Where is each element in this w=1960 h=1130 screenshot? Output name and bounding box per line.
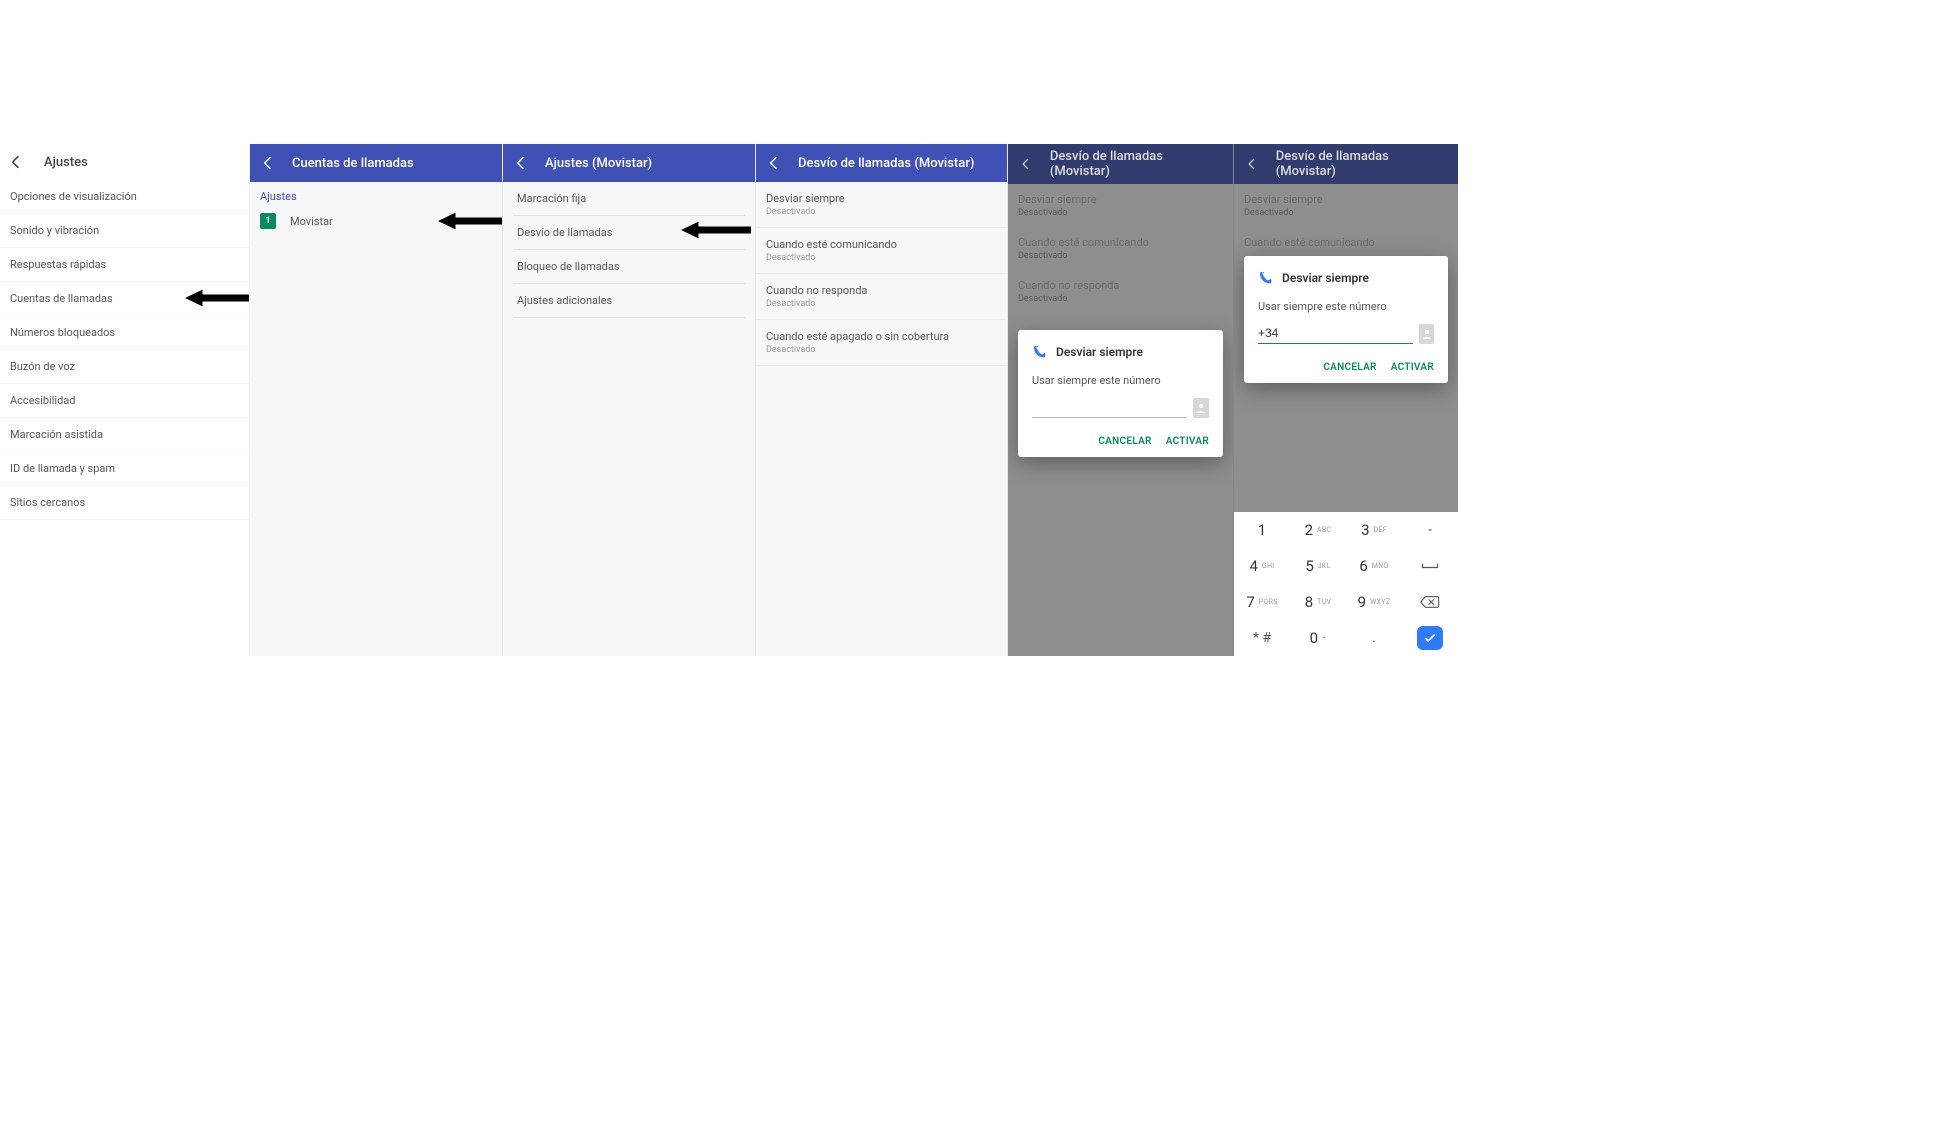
forward-option[interactable]: Cuando esté apagado o sin coberturaDesac… xyxy=(756,320,1007,366)
dialog-title: Desviar siempre xyxy=(1282,271,1369,285)
sim-row-movistar[interactable]: 1 Movistar xyxy=(250,205,502,237)
pick-contact-button[interactable] xyxy=(1193,398,1209,418)
numeric-keypad: 12ABC3DEF- 4GHI5JKL6MNO 7PQRS8TUV9WXYZ * #0… xyxy=(1234,512,1458,656)
arrow-annotation xyxy=(438,209,503,233)
settings-item[interactable]: Sonido y vibración xyxy=(0,214,249,248)
page-title: Desvío de llamadas (Movistar) xyxy=(798,156,974,171)
page-title: Desvío de llamadas (Movistar) xyxy=(1050,149,1225,179)
header: Desvío de llamadas (Movistar) xyxy=(756,144,1007,182)
phone-icon xyxy=(1032,344,1048,360)
keypad-key[interactable]: 9WXYZ xyxy=(1346,584,1402,620)
panel-ajustes: Ajustes Opciones de visualizaciónSonido … xyxy=(0,144,250,656)
forward-option-dimmed: Cuando esté comunicandoDesactivado xyxy=(1008,227,1233,270)
settings-item[interactable]: Desvío de llamadas xyxy=(513,216,745,250)
forward-option-dimmed: Desviar siempreDesactivado xyxy=(1234,184,1458,227)
dialog-title: Desviar siempre xyxy=(1056,345,1143,359)
settings-item[interactable]: ID de llamada y spam xyxy=(0,452,249,486)
settings-item[interactable]: Accesibilidad xyxy=(0,384,249,418)
settings-item[interactable]: Bloqueo de llamadas xyxy=(513,250,745,284)
back-button[interactable] xyxy=(511,153,531,173)
keypad-key[interactable]: . xyxy=(1346,620,1402,656)
settings-item[interactable]: Marcación fija xyxy=(513,182,745,216)
dialog-label: Usar siempre este número xyxy=(1032,374,1209,387)
panel-ajustes-movistar: Ajustes (Movistar) Marcación fijaDesvío … xyxy=(503,144,756,656)
keypad-key[interactable]: 5JKL xyxy=(1290,548,1346,584)
keypad-key[interactable]: 0+ xyxy=(1290,620,1346,656)
header: Ajustes xyxy=(0,144,249,180)
header: Desvío de llamadas (Movistar) xyxy=(1234,144,1458,184)
keypad-key[interactable]: 6MNO xyxy=(1346,548,1402,584)
settings-item[interactable]: Ajustes adicionales xyxy=(513,284,745,318)
sim-name: Movistar xyxy=(290,215,333,228)
page-title: Desvío de llamadas (Movistar) xyxy=(1276,149,1450,179)
keypad-backspace[interactable] xyxy=(1402,584,1458,620)
back-button[interactable] xyxy=(6,152,26,172)
activate-button[interactable]: ACTIVAR xyxy=(1391,362,1434,373)
keypad-key[interactable]: 1 xyxy=(1234,512,1290,548)
panel-desvio-dialog-empty: Desvío de llamadas (Movistar) Desviar si… xyxy=(1008,144,1234,656)
forward-option[interactable]: Cuando no respondaDesactivado xyxy=(756,274,1007,320)
phone-number-input[interactable] xyxy=(1258,323,1413,344)
keypad-key[interactable]: * # xyxy=(1234,620,1290,656)
keypad-enter[interactable] xyxy=(1402,620,1458,656)
cancel-button[interactable]: CANCELAR xyxy=(1098,436,1151,447)
forward-option[interactable]: Desviar siempreDesactivado xyxy=(756,182,1007,228)
forward-option[interactable]: Cuando esté comunicandoDesactivado xyxy=(756,228,1007,274)
page-title: Ajustes xyxy=(44,155,88,170)
settings-item[interactable]: Buzón de voz xyxy=(0,350,249,384)
keypad-key[interactable]: 2ABC xyxy=(1290,512,1346,548)
header: Ajustes (Movistar) xyxy=(503,144,755,182)
settings-item[interactable]: Sitios cercanos xyxy=(0,486,249,520)
settings-item[interactable]: Opciones de visualización xyxy=(0,180,249,214)
screenshot-strip: Ajustes Opciones de visualizaciónSonido … xyxy=(0,144,1960,656)
keypad-key[interactable]: 4GHI xyxy=(1234,548,1290,584)
panel-desvio-llamadas: Desvío de llamadas (Movistar) Desviar si… xyxy=(756,144,1008,656)
dialog-desviar-siempre: Desviar siempre Usar siempre este número… xyxy=(1244,256,1448,383)
settings-item[interactable]: Respuestas rápidas xyxy=(0,248,249,282)
back-button[interactable] xyxy=(258,153,278,173)
page-title: Ajustes (Movistar) xyxy=(545,156,652,171)
phone-icon xyxy=(1258,270,1274,286)
pick-contact-button[interactable] xyxy=(1419,324,1434,344)
section-label: Ajustes xyxy=(250,182,502,205)
forward-option-dimmed: Cuando esté comunicando xyxy=(1234,227,1458,258)
arrow-annotation xyxy=(681,218,751,242)
settings-item[interactable]: Números bloqueados xyxy=(0,316,249,350)
header: Cuentas de llamadas xyxy=(250,144,502,182)
header: Desvío de llamadas (Movistar) xyxy=(1008,144,1233,184)
settings-item[interactable]: Cuentas de llamadas xyxy=(0,282,249,316)
dialog-desviar-siempre: Desviar siempre Usar siempre este número… xyxy=(1018,330,1223,457)
keypad-space[interactable] xyxy=(1402,548,1458,584)
back-button[interactable] xyxy=(1242,154,1262,174)
dialog-label: Usar siempre este número xyxy=(1258,300,1434,313)
settings-item[interactable]: Marcación asistida xyxy=(0,418,249,452)
keypad-key[interactable]: - xyxy=(1402,512,1458,548)
arrow-annotation xyxy=(185,286,250,310)
panel-desvio-dialog-typing: Desvío de llamadas (Movistar) Desviar si… xyxy=(1234,144,1458,656)
activate-button[interactable]: ACTIVAR xyxy=(1166,436,1209,447)
back-button[interactable] xyxy=(764,153,784,173)
forward-option-dimmed: Desviar siempreDesactivado xyxy=(1008,184,1233,227)
sim-icon: 1 xyxy=(260,213,276,229)
forward-option-dimmed: Cuando no respondaDesactivado xyxy=(1008,270,1233,313)
panel-cuentas-llamadas: Cuentas de llamadas Ajustes 1 Movistar xyxy=(250,144,503,656)
back-button[interactable] xyxy=(1016,154,1036,174)
keypad-key[interactable]: 7PQRS xyxy=(1234,584,1290,620)
cancel-button[interactable]: CANCELAR xyxy=(1323,362,1376,373)
page-title: Cuentas de llamadas xyxy=(292,156,414,171)
keypad-key[interactable]: 8TUV xyxy=(1290,584,1346,620)
keypad-key[interactable]: 3DEF xyxy=(1346,512,1402,548)
phone-number-input[interactable] xyxy=(1032,397,1187,418)
